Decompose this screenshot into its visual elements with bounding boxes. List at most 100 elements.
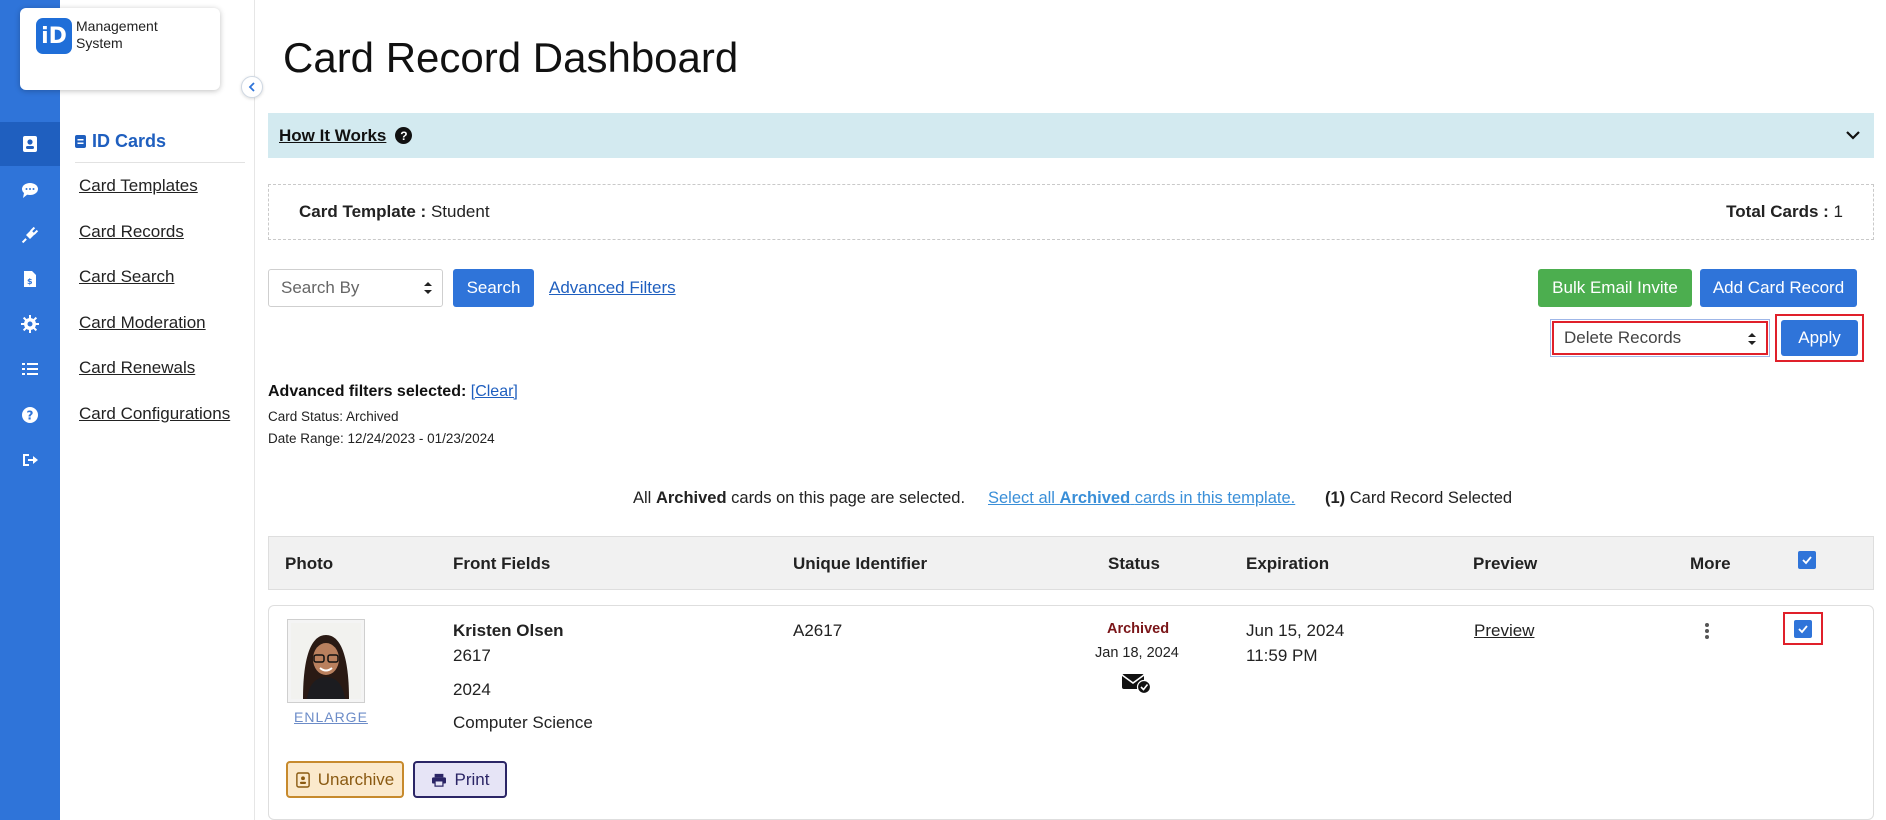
bulk-action-select[interactable]: Delete Records [1550, 319, 1770, 357]
expiration-date: Jun 15, 2024 [1246, 621, 1345, 640]
bulk-action-value: Delete Records [1564, 328, 1682, 347]
record-unique-identifier: A2617 [793, 621, 843, 640]
card-template-value: Student [430, 202, 490, 221]
add-card-record-button[interactable]: Add Card Record [1700, 269, 1857, 307]
icon-rail: $ ? [0, 0, 70, 820]
sidebar-item-card-renewals[interactable]: Card Renewals [79, 358, 195, 378]
header-expiration: Expiration [1246, 554, 1330, 573]
sidebar-item-card-templates[interactable]: Card Templates [79, 176, 198, 196]
how-it-works-link[interactable]: How It Works [279, 126, 386, 146]
select-all-template-link[interactable]: Select all Archived cards in this templa… [988, 489, 1295, 508]
total-cards-label: Total Cards : [1726, 202, 1829, 221]
row-select-checkbox[interactable] [1794, 619, 1812, 638]
record-field-year: 2024 [453, 680, 491, 699]
preview-link[interactable]: Preview [1474, 621, 1534, 641]
id-card-icon[interactable] [0, 122, 70, 166]
status-date: Jan 18, 2024 [1095, 645, 1179, 661]
collapse-sidebar-button[interactable] [241, 76, 263, 98]
total-cards-info: Total Cards : 1 [1726, 202, 1843, 222]
clear-filters-link[interactable]: [Clear] [471, 383, 518, 400]
enlarge-photo-link[interactable]: ENLARGE [294, 709, 368, 725]
status-badge: Archived [1107, 621, 1170, 637]
header-unique-identifier: Unique Identifier [793, 554, 928, 573]
help-icon[interactable]: ? [0, 393, 60, 437]
sidebar-item-card-configurations[interactable]: Card Configurations [79, 404, 230, 424]
selected-count-suffix: Card Record Selected [1349, 489, 1513, 507]
page-title: Card Record Dashboard [283, 34, 739, 81]
id-card-icon [295, 771, 310, 788]
sidebar-divider [75, 162, 245, 163]
apply-button[interactable]: Apply [1781, 320, 1858, 356]
more-options-icon[interactable] [1704, 622, 1710, 640]
header-front-fields: Front Fields [453, 554, 551, 573]
sidebar-item-card-moderation[interactable]: Card Moderation [79, 313, 206, 333]
apply-highlight: Apply [1775, 314, 1864, 362]
how-it-works-bar[interactable]: How It Works ? [268, 113, 1874, 158]
card-template-info: Card Template : Student [299, 202, 490, 222]
svg-text:?: ? [27, 409, 34, 423]
svg-text:$: $ [27, 277, 33, 286]
checkmark-icon [1798, 624, 1808, 633]
selection-status-word: Archived [655, 489, 727, 507]
sidebar-item-card-records[interactable]: Card Records [79, 222, 184, 242]
printer-icon [431, 773, 446, 787]
list-icon[interactable] [0, 347, 60, 391]
selection-all-prefix: All [633, 489, 652, 507]
id-badge-icon [75, 135, 86, 148]
app-logo[interactable]: iD Management System [20, 8, 220, 90]
portrait-avatar [291, 623, 361, 699]
plug-icon[interactable] [0, 213, 60, 257]
table-row: ENLARGE Kristen Olsen 2617 2024 Computer… [268, 605, 1874, 820]
sidebar-item-card-search[interactable]: Card Search [79, 267, 174, 287]
selected-count: (1) [1325, 489, 1346, 507]
advanced-filters-link[interactable]: Advanced Filters [549, 278, 676, 298]
bulk-email-invite-button[interactable]: Bulk Email Invite [1538, 269, 1692, 307]
unarchive-label: Unarchive [317, 769, 395, 789]
sidebar-section-title: ID Cards [75, 131, 166, 152]
template-summary: Card Template : Student Total Cards : 1 [268, 184, 1874, 240]
card-template-label: Card Template : [299, 202, 427, 221]
chat-icon[interactable] [0, 168, 60, 212]
email-sent-icon [1121, 674, 1151, 694]
select-all-checkbox[interactable] [1798, 551, 1816, 569]
expiration-time: 11:59 PM [1246, 646, 1318, 665]
selection-page-suffix: cards on this page are selected. [731, 489, 966, 507]
header-more: More [1690, 554, 1731, 573]
advanced-filters-summary: Advanced filters selected: [Clear] [268, 383, 518, 401]
select-arrows-icon [1748, 333, 1756, 345]
card-photo[interactable] [287, 619, 365, 703]
search-button[interactable]: Search [453, 269, 534, 307]
record-name: Kristen Olsen [453, 621, 564, 640]
chevron-left-icon [248, 82, 255, 92]
total-cards-value: 1 [1833, 202, 1843, 221]
record-field-id: 2617 [453, 646, 491, 665]
search-by-select[interactable]: Search By [268, 269, 443, 307]
print-button[interactable]: Print [413, 761, 507, 798]
checkmark-icon [1802, 556, 1812, 565]
invoice-icon[interactable]: $ [0, 257, 60, 301]
row-checkbox-highlight [1783, 612, 1823, 645]
search-by-value: Search By [281, 278, 360, 297]
select-all-prefix: Select all [988, 489, 1055, 507]
gear-icon[interactable] [0, 302, 60, 346]
select-all-status-word: Archived [1059, 489, 1131, 507]
table-header: Photo Front Fields Unique Identifier Sta… [268, 536, 1874, 590]
header-status: Status [1108, 554, 1160, 573]
print-label: Print [454, 769, 490, 789]
select-all-suffix: cards in this template. [1134, 489, 1296, 507]
chevron-down-icon[interactable] [1844, 126, 1862, 144]
page-selection-text: All Archived cards on this page are sele… [633, 489, 965, 508]
logo-name: Management System [76, 18, 158, 51]
logo-badge: iD [36, 18, 72, 54]
sidebar-section-label: ID Cards [92, 131, 167, 151]
header-preview: Preview [1473, 554, 1538, 573]
header-photo: Photo [285, 554, 334, 573]
filter-date-line: Date Range: 12/24/2023 - 01/23/2024 [268, 431, 495, 446]
logout-icon[interactable] [0, 438, 60, 482]
selected-count-text: (1) Card Record Selected [1325, 489, 1512, 508]
advanced-filters-heading: Advanced filters selected: [268, 383, 467, 400]
record-field-department: Computer Science [453, 713, 593, 732]
select-arrows-icon [424, 282, 432, 294]
filter-status-line: Card Status: Archived [268, 409, 399, 424]
unarchive-button[interactable]: Unarchive [286, 761, 404, 798]
